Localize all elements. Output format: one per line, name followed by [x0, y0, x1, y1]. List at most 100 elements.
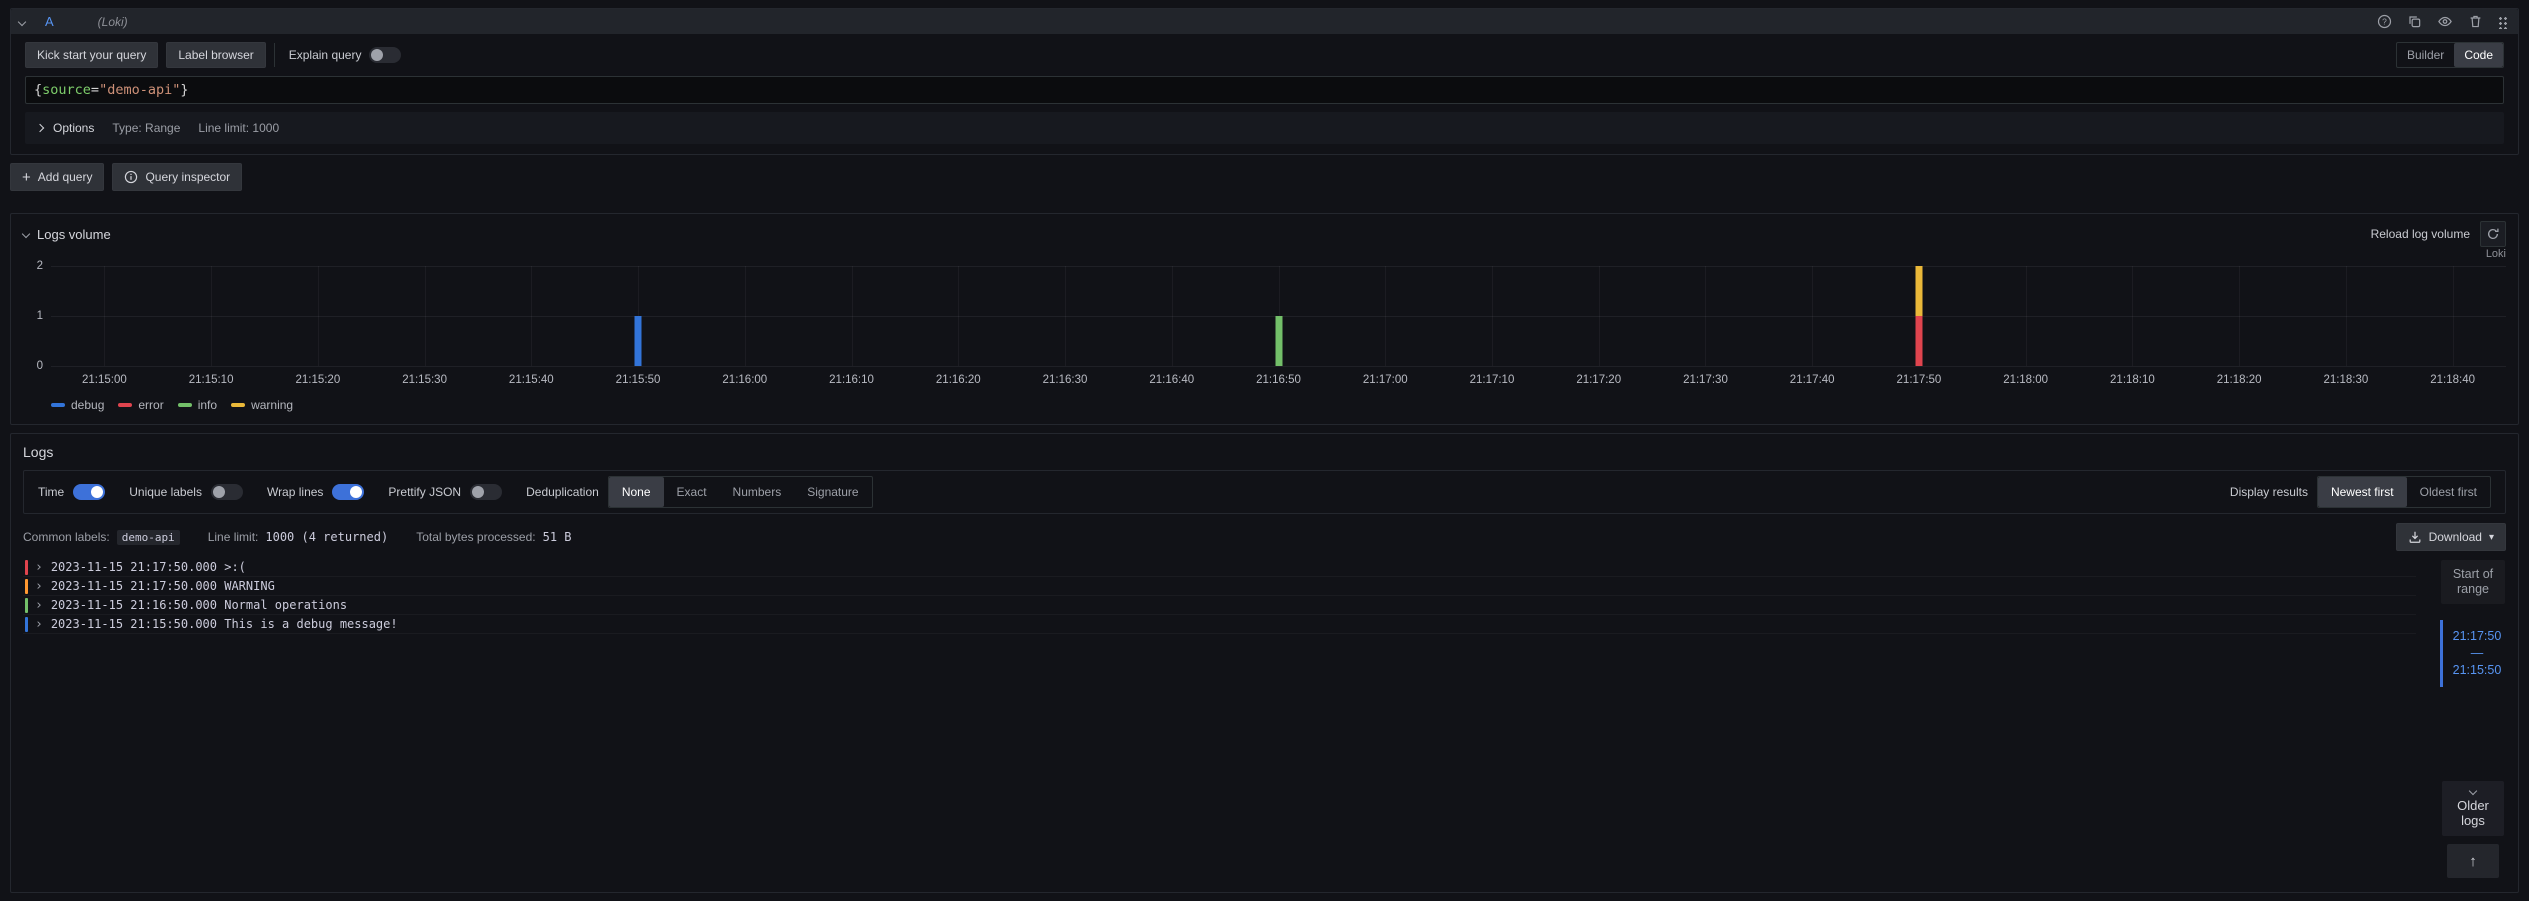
common-labels-meta: Common labels: demo-api — [23, 530, 180, 545]
download-icon — [2408, 530, 2422, 544]
query-inspector-button[interactable]: Query inspector — [112, 163, 242, 191]
explain-query-label: Explain query — [289, 48, 362, 62]
bytes-processed-meta: Total bytes processed: 51 B — [416, 530, 571, 544]
log-level-indicator — [25, 560, 28, 575]
toggle-label: Unique labels — [129, 485, 202, 499]
sort-option-newest-first[interactable]: Newest first — [2318, 477, 2407, 507]
deduplication-options: NoneExactNumbersSignature — [608, 476, 873, 508]
wrap-lines-toggle[interactable] — [332, 484, 364, 500]
label-browser-button[interactable]: Label browser — [166, 42, 265, 68]
add-query-button[interactable]: + Add query — [10, 163, 104, 191]
log-level-indicator — [25, 617, 28, 632]
dedup-option-none[interactable]: None — [609, 477, 664, 507]
sort-option-oldest-first[interactable]: Oldest first — [2407, 477, 2490, 507]
reload-log-volume-button[interactable] — [2480, 221, 2506, 247]
options-type-summary: Type: Range — [112, 121, 180, 135]
log-row-error[interactable]: ›2023-11-15 21:17:50.000 >:( — [23, 558, 2416, 577]
toolbar-divider — [274, 43, 275, 67]
volume-bar-info — [1275, 316, 1282, 366]
log-row-debug[interactable]: ›2023-11-15 21:15:50.000 This is a debug… — [23, 615, 2416, 634]
chevron-down-icon: ▾ — [2489, 532, 2494, 543]
log-level-indicator — [25, 579, 28, 594]
x-axis-tick-label: 21:16:30 — [1043, 374, 1088, 386]
expand-row-icon[interactable]: › — [35, 579, 43, 594]
x-gridline — [104, 266, 105, 366]
x-gridline — [958, 266, 959, 366]
logs-volume-plot: 012 — [51, 266, 2506, 366]
dedup-option-signature[interactable]: Signature — [794, 477, 871, 507]
log-line-text: 2023-11-15 21:17:50.000 WARNING — [51, 579, 275, 593]
toggle-field-unique-labels: Unique labels — [129, 484, 243, 500]
query-token: } — [180, 82, 188, 98]
reload-log-volume-label: Reload log volume — [2371, 227, 2470, 241]
log-row-warning[interactable]: › 2023-11-15 21:17:50.000 WARNING — [23, 577, 2416, 596]
log-row-info[interactable]: ›2023-11-15 21:16:50.000 Normal operatio… — [23, 596, 2416, 615]
legend-label: error — [138, 398, 163, 412]
expand-row-icon[interactable]: › — [35, 560, 43, 575]
chevron-down-icon[interactable] — [23, 231, 29, 237]
plus-icon: + — [22, 170, 31, 185]
x-axis-tick-label: 21:15:10 — [189, 374, 234, 386]
query-row-header[interactable]: A (Loki) ? — [11, 9, 2518, 34]
legend-item-debug[interactable]: debug — [51, 398, 104, 412]
deduplication-field: Deduplication NoneExactNumbersSignature — [526, 476, 872, 508]
arrow-up-icon: ↑ — [2469, 853, 2477, 870]
toggle-field-prettify-json: Prettify JSON — [388, 484, 502, 500]
logs-meta-row: Common labels: demo-api Line limit: 1000… — [23, 522, 2506, 552]
toggle-field-time: Time — [38, 484, 105, 500]
legend-swatch — [118, 403, 132, 407]
editor-mode-code[interactable]: Code — [2454, 43, 2503, 67]
volume-datasource-label: Loki — [23, 248, 2506, 262]
logs-volume-title[interactable]: Logs volume — [37, 227, 111, 242]
x-gridline — [425, 266, 426, 366]
x-axis-tick-label: 21:17:50 — [1897, 374, 1942, 386]
legend-item-warning[interactable]: warning — [231, 398, 293, 412]
legend-item-error[interactable]: error — [118, 398, 163, 412]
query-options-row[interactable]: Options Type: Range Line limit: 1000 — [25, 112, 2504, 144]
logs-controls-bar: TimeUnique labelsWrap linesPrettify JSON… — [23, 470, 2506, 514]
time-range-indicator[interactable]: 21:17:50 — 21:15:50 — [2440, 620, 2506, 687]
kick-start-query-button[interactable]: Kick start your query — [25, 42, 158, 68]
volume-bar-debug — [635, 316, 642, 366]
scroll-to-top-button[interactable]: ↑ — [2447, 844, 2499, 878]
log-rows-list: ›2023-11-15 21:17:50.000 >:(›2023-11-15 … — [23, 558, 2416, 634]
x-axis-tick-label: 21:18:40 — [2430, 374, 2475, 386]
editor-mode-builder[interactable]: Builder — [2397, 43, 2454, 67]
dedup-option-numbers[interactable]: Numbers — [720, 477, 795, 507]
legend-item-info[interactable]: info — [178, 398, 217, 412]
expand-row-icon[interactable]: › — [35, 617, 43, 632]
common-labels-badge: demo-api — [117, 530, 180, 545]
time-toggle[interactable] — [73, 484, 105, 500]
query-code-input[interactable]: {source="demo-api"} — [25, 76, 2504, 104]
x-axis-tick-label: 21:16:10 — [829, 374, 874, 386]
x-axis-tick-label: 21:18:30 — [2324, 374, 2369, 386]
refresh-icon — [2486, 227, 2500, 241]
display-results-label: Display results — [2230, 485, 2308, 499]
query-token: source — [42, 82, 91, 98]
query-editor-card: A (Loki) ? Kick start your query Label b… — [10, 8, 2519, 155]
x-axis-tick-label: 21:17:10 — [1470, 374, 1515, 386]
dedup-option-exact[interactable]: Exact — [664, 477, 720, 507]
explain-query-toggle[interactable] — [369, 47, 401, 63]
drag-handle-icon[interactable] — [2498, 15, 2508, 29]
eye-icon[interactable] — [2437, 14, 2453, 29]
x-axis-tick-label: 21:15:40 — [509, 374, 554, 386]
expand-row-icon[interactable]: › — [35, 598, 43, 613]
x-gridline — [1065, 266, 1066, 366]
help-icon[interactable]: ? — [2377, 14, 2392, 29]
x-gridline — [1385, 266, 1386, 366]
legend-swatch — [178, 403, 192, 407]
download-button[interactable]: Download ▾ — [2396, 523, 2506, 551]
x-axis-tick-label: 21:15:00 — [82, 374, 127, 386]
older-logs-button[interactable]: Older logs — [2442, 781, 2504, 836]
logs-title: Logs — [23, 444, 2506, 462]
copy-icon[interactable] — [2407, 14, 2422, 29]
x-axis-tick-label: 21:18:00 — [2003, 374, 2048, 386]
trash-icon[interactable] — [2468, 14, 2483, 29]
prettify-json-toggle[interactable] — [470, 484, 502, 500]
y-axis-tick-label: 2 — [37, 260, 43, 272]
logs-volume-header: Logs volume Reload log volume — [23, 222, 2506, 246]
unique-labels-toggle[interactable] — [211, 484, 243, 500]
x-axis-tick-label: 21:17:40 — [1790, 374, 1835, 386]
chevron-down-icon[interactable] — [19, 19, 25, 25]
